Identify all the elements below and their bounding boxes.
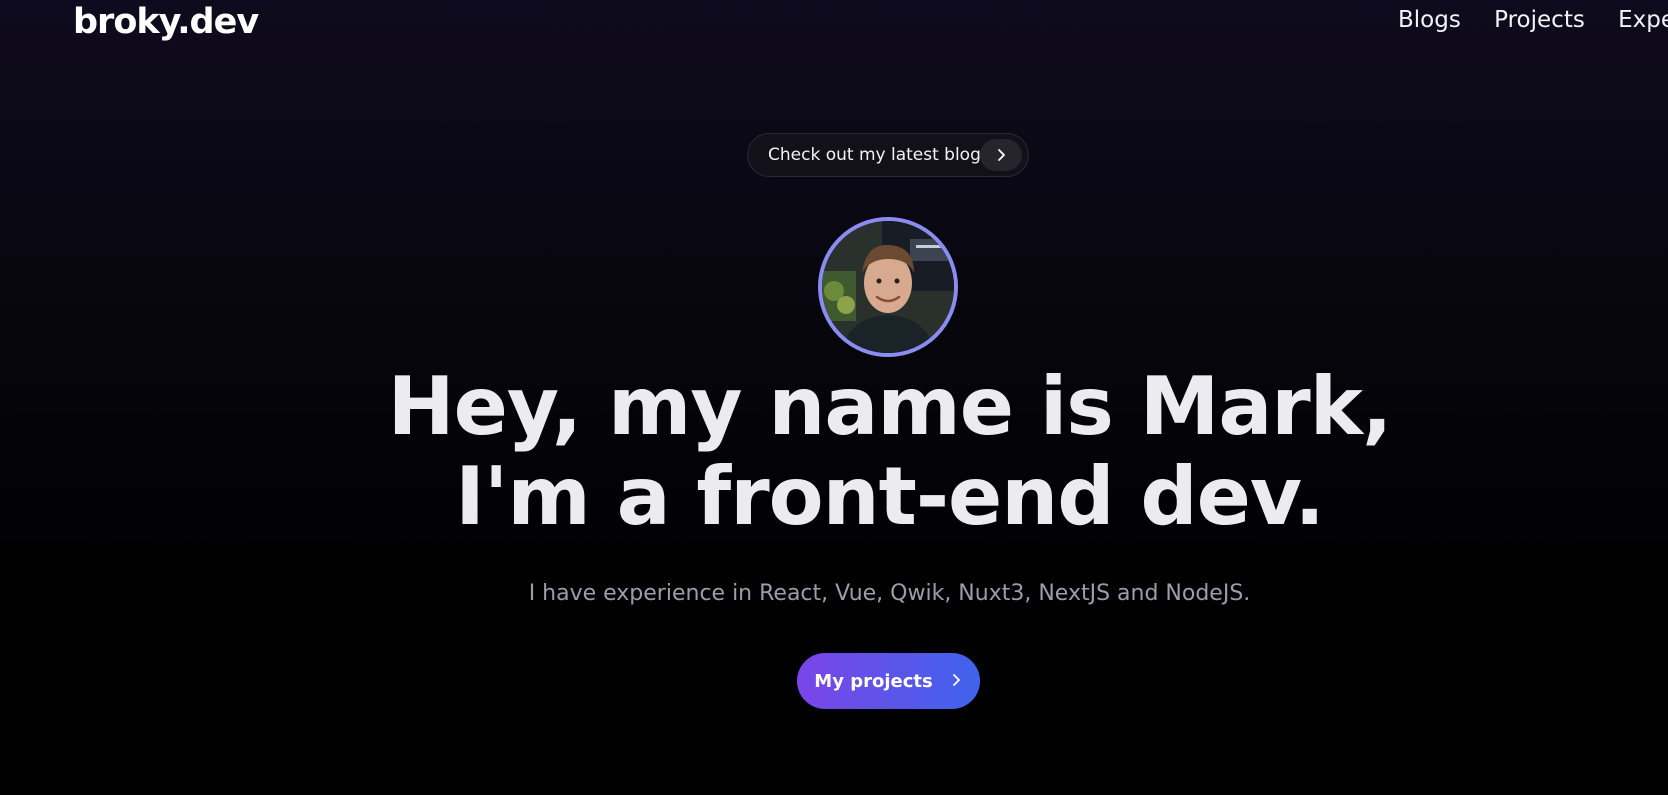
hero-headline-line2: I'm a front-end dev.: [455, 450, 1325, 543]
top-nav: broky.dev Blogs Projects Exper: [0, 0, 1668, 52]
chevron-right-icon: [951, 671, 963, 692]
chevron-right-icon: [980, 139, 1022, 171]
my-projects-button[interactable]: My projects: [797, 653, 980, 709]
nav-link-projects[interactable]: Projects: [1494, 7, 1585, 33]
avatar: [818, 217, 958, 357]
nav-link-experience[interactable]: Exper: [1618, 7, 1668, 33]
my-projects-label: My projects: [814, 670, 933, 692]
hero-headline: Hey, my name is Mark, I'm a front-end de…: [0, 362, 1668, 542]
hero-subtitle: I have experience in React, Vue, Qwik, N…: [528, 581, 1251, 606]
nav-link-blogs[interactable]: Blogs: [1398, 7, 1461, 33]
brand-logo-link[interactable]: broky.dev: [73, 2, 259, 42]
latest-blogs-pill[interactable]: Check out my latest blogs.: [747, 133, 1029, 177]
nav-links: Blogs Projects Exper: [1398, 7, 1668, 33]
latest-blogs-label: Check out my latest blogs.: [768, 145, 996, 165]
hero-headline-line1: Hey, my name is Mark,: [387, 360, 1393, 453]
